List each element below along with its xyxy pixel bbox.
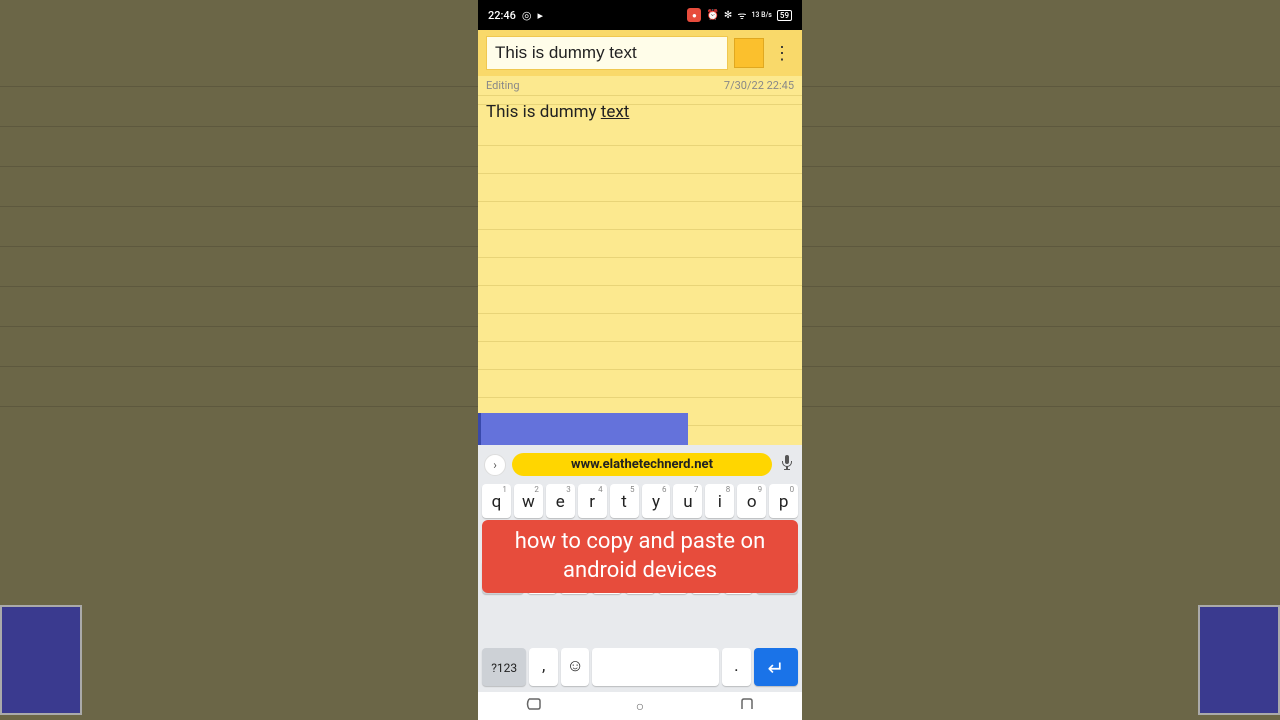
key-q[interactable]: q1 xyxy=(482,484,511,518)
suggestion-text[interactable]: www.elathetechnerd.net xyxy=(512,453,772,476)
key-y[interactable]: y6 xyxy=(642,484,671,518)
key-i[interactable]: i8 xyxy=(705,484,734,518)
net-speed: 13 B/s xyxy=(751,12,771,19)
status-icon-target: ◎ xyxy=(522,9,532,22)
color-picker-chip[interactable] xyxy=(734,38,764,68)
enter-key[interactable]: ↵ xyxy=(754,648,798,686)
nav-recent-icon[interactable] xyxy=(739,697,755,715)
text-selection-highlight[interactable] xyxy=(478,413,688,445)
note-meta-bar: Editing 7/30/22 22:45 xyxy=(478,76,802,96)
video-caption-overlay: how to copy and paste on android devices xyxy=(482,520,798,593)
status-icon-card: ▸ xyxy=(538,9,544,22)
bluetooth-icon: ✻ xyxy=(724,10,732,21)
mic-icon[interactable] xyxy=(778,455,796,475)
status-bar: 22:46 ◎ ▸ ● ⏰ ✻ ᯤ 13 B/s 59 xyxy=(478,0,802,30)
soft-keyboard: › www.elathetechnerd.net q1w2e3r4t5y6u7i… xyxy=(478,445,802,692)
note-status-label: Editing xyxy=(486,79,520,92)
key-t[interactable]: t5 xyxy=(610,484,639,518)
phone-frame: 22:46 ◎ ▸ ● ⏰ ✻ ᯤ 13 B/s 59 ⋮ Editing 7/… xyxy=(478,0,802,720)
keyboard-row-1: q1w2e3r4t5y6u7i8o9p0 xyxy=(478,482,802,520)
battery-icon: 59 xyxy=(777,10,792,21)
app-header: ⋮ xyxy=(478,30,802,76)
nav-home-icon[interactable]: ○ xyxy=(636,698,644,715)
wifi-icon: ᯤ xyxy=(737,8,746,22)
overflow-menu-icon[interactable]: ⋮ xyxy=(770,43,794,64)
key-r[interactable]: r4 xyxy=(578,484,607,518)
key-p[interactable]: p0 xyxy=(769,484,798,518)
key-u[interactable]: u7 xyxy=(673,484,702,518)
key-w[interactable]: w2 xyxy=(514,484,543,518)
comma-key[interactable]: , xyxy=(529,648,558,686)
nav-back-icon[interactable] xyxy=(525,697,541,715)
symbols-key[interactable]: ?123 xyxy=(482,648,526,686)
android-nav-bar: ○ xyxy=(478,692,802,720)
note-title-input[interactable] xyxy=(486,36,728,70)
key-o[interactable]: o9 xyxy=(737,484,766,518)
suggestion-row: › www.elathetechnerd.net xyxy=(478,451,802,482)
space-key[interactable] xyxy=(592,648,719,686)
record-icon: ● xyxy=(687,8,701,22)
key-e[interactable]: e3 xyxy=(546,484,575,518)
note-text: This is dummy text xyxy=(486,102,629,122)
status-time: 22:46 xyxy=(488,9,516,22)
alarm-icon: ⏰ xyxy=(706,10,718,21)
period-key[interactable]: . xyxy=(722,648,751,686)
emoji-key[interactable]: ☺ xyxy=(561,648,590,686)
note-body[interactable]: This is dummy text xyxy=(478,96,802,445)
note-timestamp: 7/30/22 22:45 xyxy=(724,79,794,92)
expand-suggestions-icon[interactable]: › xyxy=(484,454,506,476)
